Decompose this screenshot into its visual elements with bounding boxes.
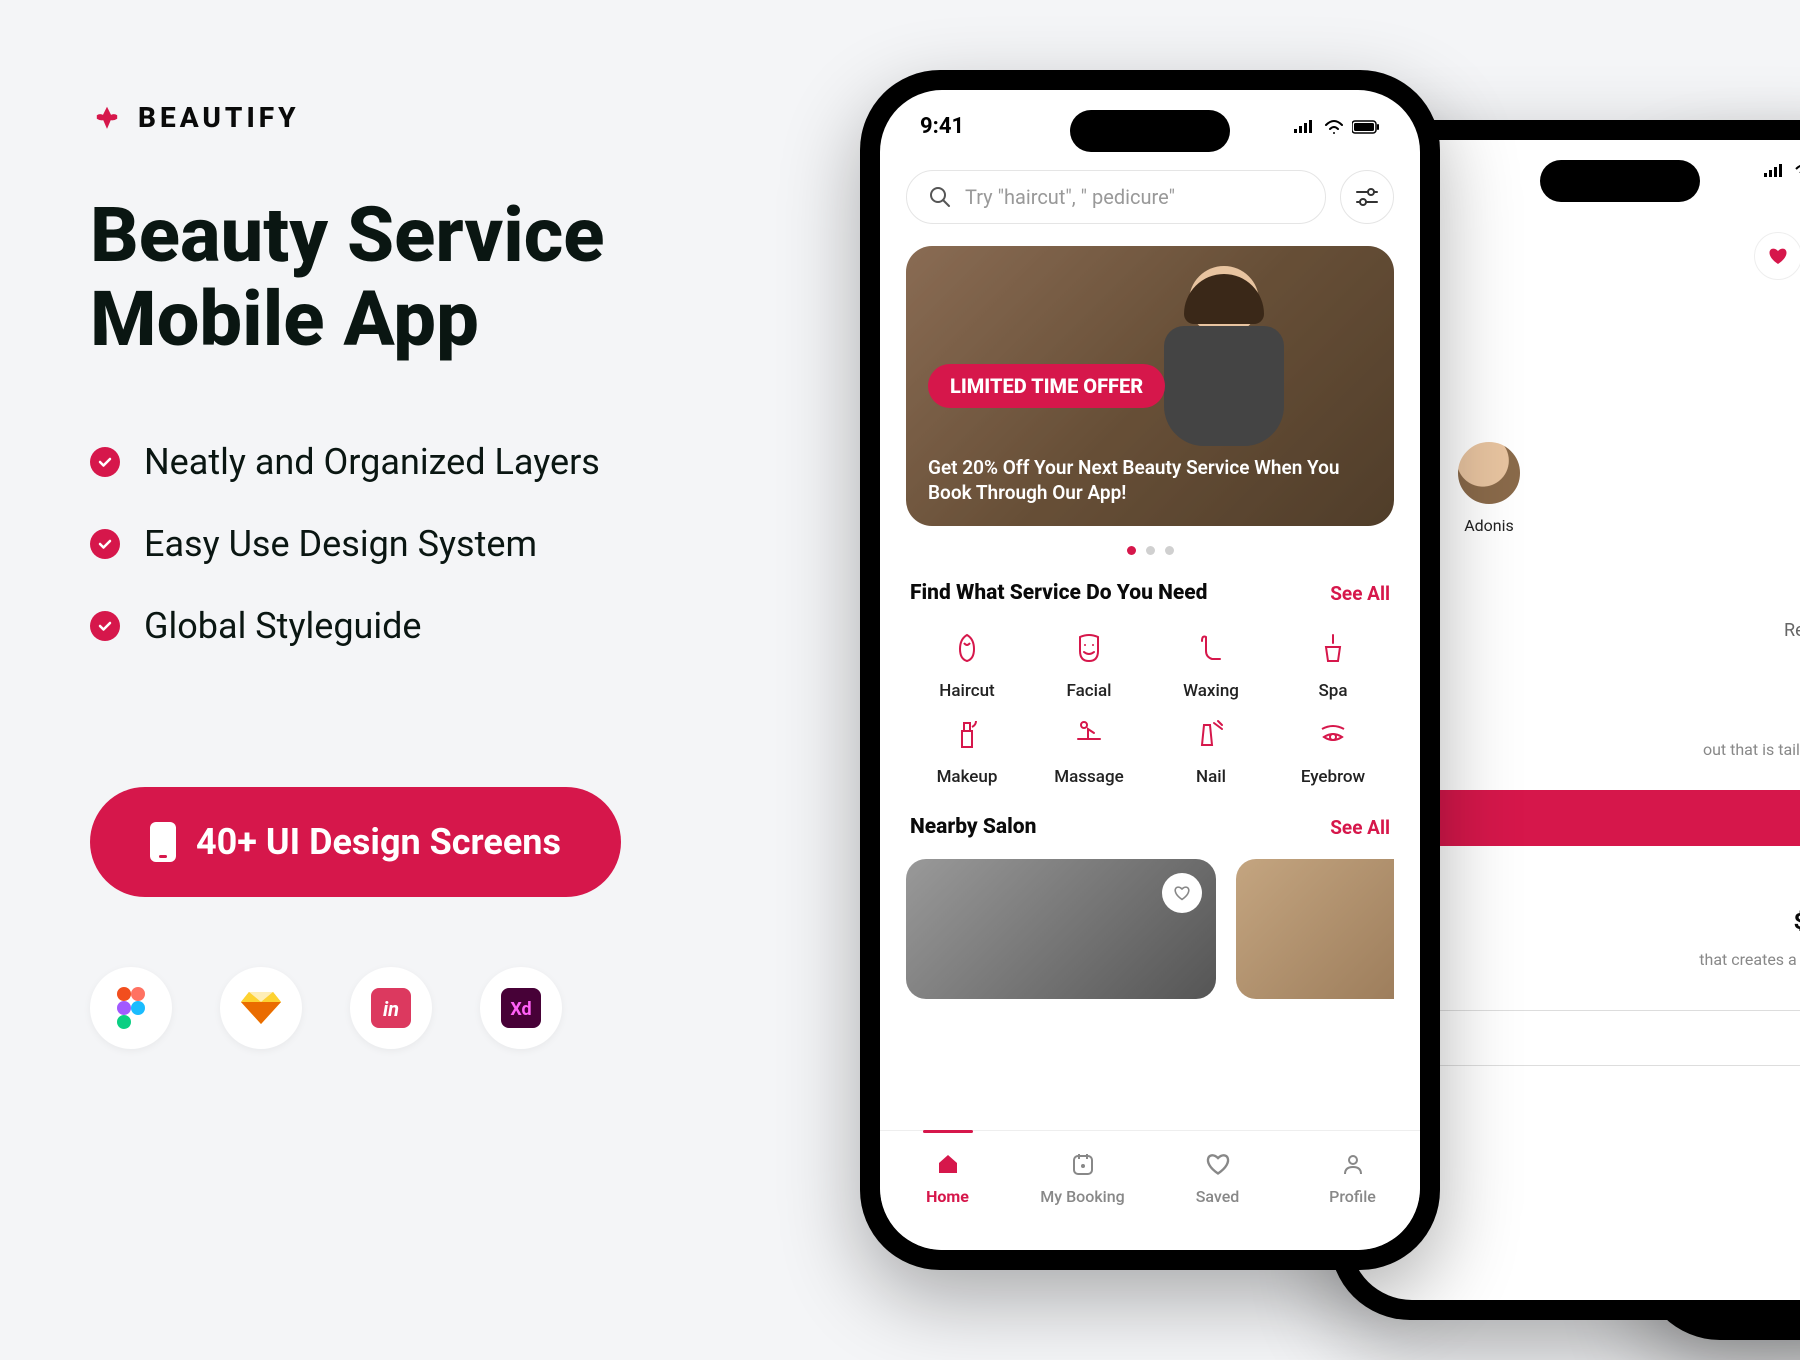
nail-icon xyxy=(1188,711,1234,757)
facial-icon xyxy=(1066,625,1112,671)
waxing-icon xyxy=(1188,625,1234,671)
service-haircut[interactable]: Haircut xyxy=(906,625,1028,701)
dot[interactable] xyxy=(1146,546,1155,555)
home-icon xyxy=(933,1149,963,1179)
signal-icon xyxy=(1294,120,1316,134)
feature-text: Easy Use Design System xyxy=(144,523,537,565)
tab-reviews[interactable]: Reviews xyxy=(1784,620,1800,641)
phone-notch xyxy=(1540,160,1700,202)
feature-item: Global Styleguide xyxy=(90,605,810,647)
sliders-icon xyxy=(1355,187,1379,207)
salon-card[interactable] xyxy=(1236,859,1394,999)
cta-button[interactable]: 40+ UI Design Screens xyxy=(90,787,621,897)
phone-icon xyxy=(150,822,176,862)
haircut-icon xyxy=(944,625,990,671)
figma-icon xyxy=(90,967,172,1049)
heart-icon xyxy=(1203,1149,1233,1179)
dot-active[interactable] xyxy=(1127,546,1136,555)
search-input[interactable]: Try "haircut", " pedicure" xyxy=(906,170,1326,224)
wifi-icon xyxy=(1324,120,1344,134)
feature-text: Neatly and Organized Layers xyxy=(144,441,600,483)
sketch-icon xyxy=(220,967,302,1049)
service-nail[interactable]: Nail xyxy=(1150,711,1272,787)
nav-indicator xyxy=(923,1130,973,1133)
wifi-icon xyxy=(1794,164,1800,178)
phone-notch xyxy=(1070,110,1230,152)
profile-icon xyxy=(1338,1149,1368,1179)
service-waxing[interactable]: Waxing xyxy=(1150,625,1272,701)
tool-icons-row: in Xd xyxy=(90,967,810,1049)
svg-text:Xd: Xd xyxy=(510,999,531,1020)
cta-label: 40+ UI Design Screens xyxy=(196,821,561,863)
nav-profile[interactable]: Profile xyxy=(1285,1149,1420,1250)
section-title-nearby: Nearby Salon xyxy=(910,815,1036,839)
search-placeholder: Try "haircut", " pedicure" xyxy=(965,185,1175,209)
invision-icon: in xyxy=(350,967,432,1049)
offer-badge: LIMITED TIME OFFER xyxy=(928,364,1165,408)
phone-mockup-1: 9:41 Try "haircut", " pedicure" xyxy=(860,70,1440,1270)
signal-icon xyxy=(1764,164,1786,178)
avatar-image xyxy=(1456,440,1522,506)
check-icon xyxy=(90,447,120,477)
eyebrow-icon xyxy=(1310,711,1356,757)
brand-logo-row: BEAUTIFY xyxy=(90,100,810,134)
search-icon xyxy=(929,186,951,208)
service-massage[interactable]: Massage xyxy=(1028,711,1150,787)
carousel-dots xyxy=(906,546,1394,555)
brand-name: BEAUTIFY xyxy=(138,101,300,134)
feature-item: Neatly and Organized Layers xyxy=(90,441,810,483)
avatar-item[interactable]: Adonis xyxy=(1456,440,1522,535)
check-icon xyxy=(90,529,120,559)
see-all-link[interactable]: See All xyxy=(1330,816,1390,839)
headline: Beauty Service Mobile App xyxy=(90,194,810,361)
check-icon xyxy=(90,611,120,641)
makeup-icon xyxy=(944,711,990,757)
hero-banner[interactable]: LIMITED TIME OFFER Get 20% Off Your Next… xyxy=(906,246,1394,526)
svg-text:in: in xyxy=(383,997,399,1021)
spa-icon xyxy=(1310,625,1356,671)
calendar-icon xyxy=(1068,1149,1098,1179)
filter-button[interactable] xyxy=(1340,170,1394,224)
hero-person-image xyxy=(1154,266,1294,446)
price-pill[interactable]: $ 85 ✕ xyxy=(1775,1204,1800,1270)
favorite-toggle[interactable] xyxy=(1162,873,1202,913)
service-makeup[interactable]: Makeup xyxy=(906,711,1028,787)
brand-logo-icon xyxy=(90,100,124,134)
xd-icon: Xd xyxy=(480,967,562,1049)
massage-icon xyxy=(1066,711,1112,757)
service-spa[interactable]: Spa xyxy=(1272,625,1394,701)
bottom-nav: Home My Booking Saved Profile xyxy=(880,1130,1420,1250)
feature-text: Global Styleguide xyxy=(144,605,422,647)
service-facial[interactable]: Facial xyxy=(1028,625,1150,701)
section-title-services: Find What Service Do You Need xyxy=(910,581,1208,605)
salon-carousel[interactable] xyxy=(906,859,1394,999)
offer-text: Get 20% Off Your Next Beauty Service Whe… xyxy=(928,455,1372,506)
service-eyebrow[interactable]: Eyebrow xyxy=(1272,711,1394,787)
nav-booking[interactable]: My Booking xyxy=(1015,1149,1150,1250)
salon-card[interactable] xyxy=(906,859,1216,999)
phones-showcase: lations! ent has y booked n email with a… xyxy=(810,100,1710,1260)
battery-icon xyxy=(1352,120,1380,134)
services-grid: Haircut Facial Waxing Spa Makeup Massage… xyxy=(906,625,1394,787)
see-all-link[interactable]: See All xyxy=(1330,582,1390,605)
nav-home[interactable]: Home xyxy=(880,1149,1015,1250)
favorite-button[interactable] xyxy=(1754,232,1800,280)
service-price: $ 100 xyxy=(1794,910,1800,935)
dot[interactable] xyxy=(1165,546,1174,555)
feature-item: Easy Use Design System xyxy=(90,523,810,565)
nav-saved[interactable]: Saved xyxy=(1150,1149,1285,1250)
feature-list: Neatly and Organized Layers Easy Use Des… xyxy=(90,441,810,647)
status-time: 9:41 xyxy=(920,114,964,139)
